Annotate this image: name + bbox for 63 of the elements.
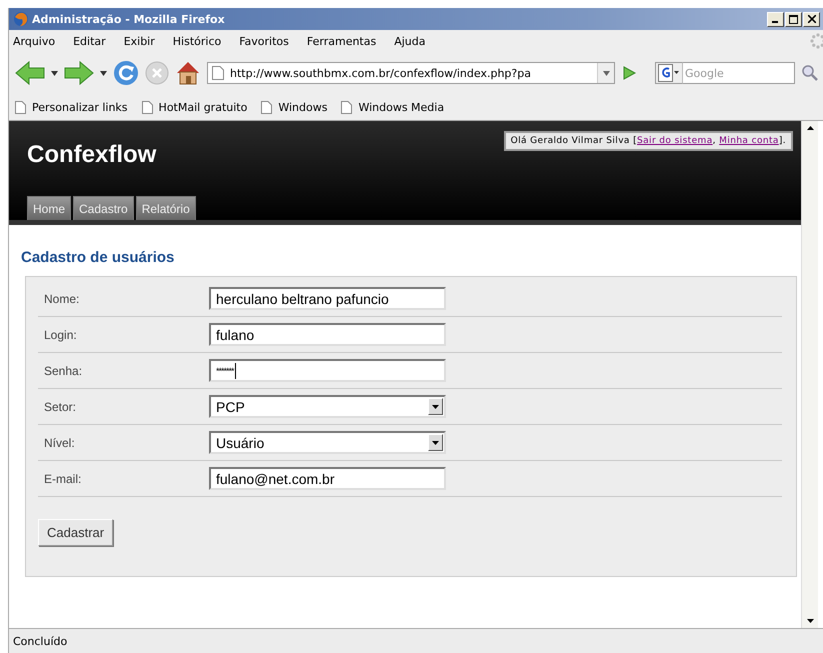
- menu-item[interactable]: Editar: [73, 34, 106, 48]
- site-title: Confexflow: [27, 141, 158, 169]
- close-icon: [808, 15, 816, 23]
- nav-tab[interactable]: Relatório: [136, 196, 196, 220]
- menu-item[interactable]: Arquivo: [13, 34, 56, 48]
- dropdown-icon[interactable]: [100, 70, 107, 76]
- page-icon: [142, 100, 153, 114]
- menu-item[interactable]: Ajuda: [394, 34, 426, 48]
- nav-tab[interactable]: Home: [27, 196, 72, 220]
- scroll-up-icon[interactable]: [806, 126, 814, 130]
- minimize-button[interactable]: [767, 12, 784, 26]
- page-icon: [212, 66, 224, 80]
- dropdown-icon: [432, 404, 439, 408]
- status-text: Concluído: [13, 634, 68, 648]
- close-button[interactable]: [803, 12, 820, 26]
- input-field[interactable]: fulano: [209, 323, 446, 346]
- dropdown-icon[interactable]: [602, 70, 610, 76]
- field-label: Login:: [43, 328, 78, 342]
- dropdown-icon: [432, 440, 439, 444]
- menu-item[interactable]: Favoritos: [239, 34, 289, 48]
- back-arrow-icon[interactable]: [15, 60, 45, 86]
- menu-item[interactable]: Exibir: [124, 34, 155, 48]
- address-field[interactable]: http://www.southbmx.com.br/confexflow/index.php?pa: [207, 62, 615, 84]
- field-label: Nome:: [43, 292, 80, 306]
- bookmark-link[interactable]: Personalizar links: [15, 100, 128, 114]
- dropdown-icon[interactable]: [51, 70, 58, 76]
- input-field[interactable]: fulano@net.com.br: [209, 467, 446, 490]
- search-engine-icon[interactable]: [655, 62, 683, 84]
- window-title: Administração - Mozilla Firefox: [32, 12, 226, 26]
- maximize-button[interactable]: [785, 12, 802, 26]
- field-label: Nível:: [43, 436, 76, 450]
- select-field[interactable]: PCP: [209, 395, 446, 418]
- scrollbar[interactable]: [801, 121, 818, 628]
- bookmark-link[interactable]: HotMail gratuito: [142, 100, 248, 114]
- search-field[interactable]: Google: [683, 62, 795, 84]
- select-field[interactable]: Usuário: [209, 431, 446, 454]
- account-link[interactable]: Minha conta: [719, 136, 779, 146]
- home-icon[interactable]: [175, 60, 201, 86]
- nav-tab[interactable]: Cadastro: [73, 196, 134, 220]
- field-label: Senha:: [43, 364, 84, 378]
- globe-icon: [13, 11, 29, 27]
- field-label: E-mail:: [43, 472, 82, 486]
- throbber-icon: [810, 33, 823, 49]
- menu-item[interactable]: Ferramentas: [306, 34, 376, 48]
- go-icon[interactable]: [621, 65, 637, 81]
- logout-link[interactable]: Sair do sistema: [637, 136, 713, 146]
- scroll-down-icon[interactable]: [806, 619, 814, 623]
- menu-item[interactable]: Histórico: [172, 34, 222, 48]
- input-field[interactable]: herculano beltrano pafuncio: [209, 287, 446, 310]
- search-icon[interactable]: [801, 64, 819, 82]
- page-icon: [261, 100, 272, 114]
- page-icon: [15, 100, 26, 114]
- page-icon: [341, 100, 352, 114]
- reload-icon[interactable]: [113, 60, 139, 86]
- maximize-icon: [789, 14, 798, 24]
- form-heading: Cadastro de usuários: [21, 249, 176, 266]
- field-label: Setor:: [43, 400, 78, 414]
- forward-arrow-icon[interactable]: [64, 60, 94, 86]
- bookmark-link[interactable]: Windows Media: [341, 100, 444, 114]
- greeting-text: Olá Geraldo Vilmar Silva [Sair do sistema, Minha conta].: [504, 131, 793, 151]
- submit-button[interactable]: Cadastrar: [38, 519, 114, 546]
- bookmark-link[interactable]: Windows: [261, 100, 328, 114]
- password-field[interactable]: *******: [209, 359, 446, 382]
